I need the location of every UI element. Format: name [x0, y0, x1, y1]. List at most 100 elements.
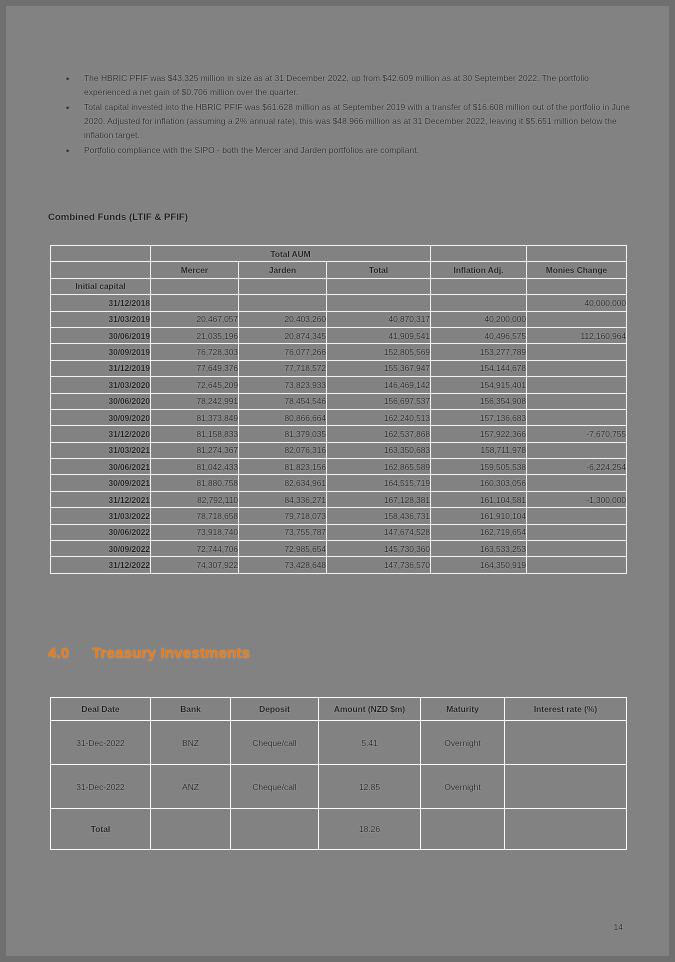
- page-edge-right: [669, 0, 675, 962]
- document-page: • The HBRIC PFIF was $43.325 million in …: [0, 0, 675, 962]
- page-number: 14: [613, 922, 623, 932]
- header-col-total: Total: [326, 261, 431, 279]
- cell-interest-rate: [504, 764, 627, 809]
- table-row: 31/12/2020 81,158,833 81,379,035 162,537,86…: [50, 425, 627, 443]
- cell-deal-date: 31-Dec-2022: [50, 764, 151, 809]
- cell-jarden: 80,866,664: [238, 408, 327, 427]
- cell-jarden: 82,634,961: [238, 474, 327, 492]
- cell-mercer: 78,718,658: [150, 507, 239, 525]
- initial-capital-jarden: [238, 277, 327, 296]
- total-deposit: [230, 808, 319, 850]
- cell-bank: ANZ: [150, 764, 231, 809]
- cell-jarden: 79,718,073: [238, 507, 327, 525]
- list-item: • Total capital invested into the HBRIC …: [62, 101, 632, 142]
- cell-jarden: 84,336,271: [238, 490, 327, 509]
- table-total-row: Total 18.26: [50, 808, 627, 850]
- cell-monies-change: [526, 441, 627, 460]
- cell-jarden: 78,454,546: [238, 392, 327, 410]
- cell-bank: BNZ: [150, 720, 231, 765]
- header-col-date: [50, 261, 151, 279]
- cell-total: 162,537,868: [326, 425, 431, 443]
- header-bank: Bank: [150, 697, 231, 721]
- cell-total: 146,469,142: [326, 376, 431, 394]
- cell-monies-change: [526, 408, 627, 427]
- header-blank-inflation: [430, 244, 527, 263]
- cell-monies-change: [526, 523, 627, 542]
- cell-date: 31/12/2020: [50, 425, 151, 443]
- total-bank: [150, 808, 231, 850]
- cell-total: 147,674,528: [326, 523, 431, 542]
- cell-jarden: 81,379,035: [238, 425, 327, 443]
- header-col-inflation-adj: Inflation Adj.: [430, 261, 527, 279]
- cell-jarden: 82,076,316: [238, 441, 327, 460]
- cell-maturity: Overnight: [420, 720, 505, 765]
- cell-total: 163,350,683: [326, 441, 431, 460]
- cell-amount: 12.85: [318, 764, 421, 809]
- table-row: 30/09/2021 81,880,758 82,634,961 164,515,71…: [50, 474, 627, 492]
- cell-mercer: [150, 294, 239, 312]
- cell-interest-rate: [504, 720, 627, 765]
- list-item: • The HBRIC PFIF was $43.325 million in …: [62, 72, 632, 100]
- header-blank-monies: [526, 244, 627, 263]
- cell-mercer: 81,042,433: [150, 458, 239, 476]
- cell-date: 31/03/2019: [50, 310, 151, 328]
- cell-total: 167,128,381: [326, 490, 431, 509]
- table-row: 31-Dec-2022 ANZ Cheque/call 12.85 Overnight: [50, 764, 627, 809]
- cell-monies-change: [526, 392, 627, 410]
- header-col-mercer: Mercer: [150, 261, 239, 279]
- cell-inflation-adj: 162,719,654: [430, 523, 527, 542]
- cell-inflation-adj: 40,496,575: [430, 326, 527, 345]
- cell-inflation-adj: 157,136,683: [430, 408, 527, 427]
- bullet-text: Total capital invested into the HBRIC PF…: [84, 102, 630, 140]
- cell-inflation-adj: 157,922,366: [430, 425, 527, 443]
- cell-date: 30/06/2022: [50, 523, 151, 542]
- cell-monies-change: 40,000,000: [526, 294, 627, 312]
- combined-funds-table: Total AUM Mercer Jarden Total Inflation …: [50, 244, 627, 574]
- cell-mercer: 21,035,196: [150, 326, 239, 345]
- cell-total: [326, 294, 431, 312]
- cell-mercer: 74,307,922: [150, 556, 239, 574]
- table-row: 31/03/2021 81,274,367 82,076,316 163,350,68…: [50, 441, 627, 460]
- table-row: 30/06/2019 21,035,196 20,874,345 41,909,541…: [50, 326, 627, 345]
- header-deposit: Deposit: [230, 697, 319, 721]
- cell-monies-change: [526, 310, 627, 328]
- cell-date: 30/09/2020: [50, 408, 151, 427]
- cell-inflation-adj: 154,144,678: [430, 359, 527, 378]
- table-header-row: Deal Date Bank Deposit Amount (NZD $m) M…: [50, 697, 627, 721]
- cell-mercer: 82,792,110: [150, 490, 239, 509]
- cell-mercer: 81,158,833: [150, 425, 239, 443]
- cell-date: 30/09/2021: [50, 474, 151, 492]
- header-deal-date: Deal Date: [50, 697, 151, 721]
- page-edge-top: [0, 0, 675, 6]
- cell-date: 30/06/2019: [50, 326, 151, 345]
- total-maturity: [420, 808, 505, 850]
- cell-mercer: 81,373,849: [150, 408, 239, 427]
- initial-capital-label: Initial capital: [50, 277, 151, 296]
- bullet-text: The HBRIC PFIF was $43.325 million in si…: [84, 73, 589, 97]
- cell-date: 30/06/2020: [50, 392, 151, 410]
- bullet-icon: •: [66, 74, 70, 84]
- table-row: 30/06/2020 78,242,991 78,454,546 156,697,53…: [50, 392, 627, 410]
- cell-deposit: Cheque/call: [230, 764, 319, 809]
- table-header-group-row: Total AUM: [50, 244, 627, 263]
- cell-mercer: 73,918,740: [150, 523, 239, 542]
- cell-deposit: Cheque/call: [230, 720, 319, 765]
- cell-inflation-adj: 161,104,581: [430, 490, 527, 509]
- header-col-jarden: Jarden: [238, 261, 327, 279]
- cell-maturity: Overnight: [420, 764, 505, 809]
- combined-funds-label: Combined Funds (LTIF & PFIF): [48, 212, 188, 223]
- cell-jarden: 77,718,572: [238, 359, 327, 378]
- cell-total: 158,436,731: [326, 507, 431, 525]
- cell-mercer: 72,744,706: [150, 540, 239, 558]
- cell-jarden: 81,823,156: [238, 458, 327, 476]
- cell-date: 30/09/2022: [50, 540, 151, 558]
- initial-capital-mercer: [150, 277, 239, 296]
- cell-monies-change: -1,300,000: [526, 490, 627, 509]
- header-blank-left: [50, 244, 151, 263]
- header-maturity: Maturity: [420, 697, 505, 721]
- cell-inflation-adj: 164,350,919: [430, 556, 527, 574]
- cell-jarden: 73,823,933: [238, 376, 327, 394]
- cell-deal-date: 31-Dec-2022: [50, 720, 151, 765]
- cell-inflation-adj: 159,505,538: [430, 458, 527, 476]
- cell-monies-change: [526, 556, 627, 574]
